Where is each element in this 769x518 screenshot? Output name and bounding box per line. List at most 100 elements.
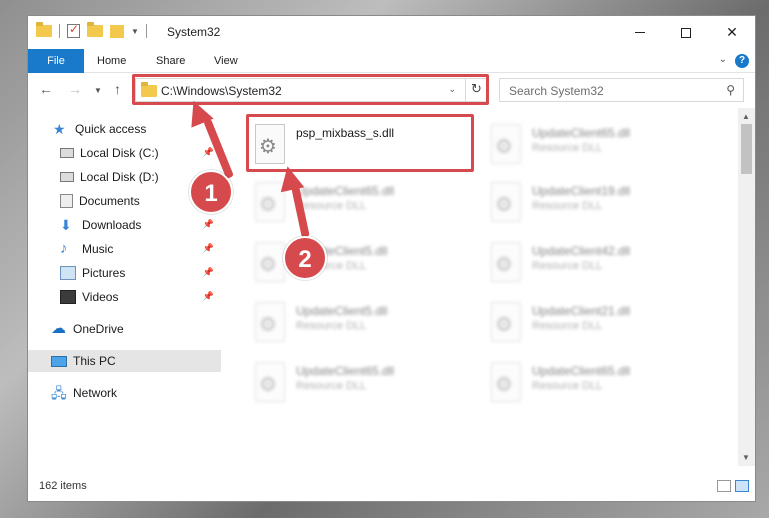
sidebar-item-label: Music <box>82 242 114 256</box>
dll-file-icon <box>255 242 285 282</box>
new-folder-icon[interactable] <box>87 22 103 37</box>
sidebar-item-onedrive[interactable]: ☁ OneDrive <box>28 318 221 340</box>
maximize-button[interactable] <box>663 16 709 49</box>
explorer-window: ▼ System32 ✕ File Home Share View ⌄ ? ← … <box>27 15 756 502</box>
file-item[interactable]: UpdateClient65.dll Resource DLL <box>247 354 477 412</box>
navigation-row: ← → ▼ ↑ C:\Windows\System32 ⌄ ↻ Search S… <box>28 73 755 108</box>
file-item[interactable]: UpdateClient65.dll Resource DLL <box>483 354 713 412</box>
dll-file-icon <box>255 302 285 342</box>
sidebar-item-pictures[interactable]: Pictures 📌 <box>28 262 221 284</box>
disk-icon <box>60 148 74 158</box>
sidebar-item-label: Local Disk (D:) <box>80 170 159 184</box>
properties-icon[interactable] <box>67 22 80 38</box>
file-type: Resource DLL <box>296 200 367 212</box>
search-placeholder[interactable]: Search System32 <box>509 84 604 98</box>
address-highlight-box <box>132 74 489 105</box>
recent-locations-chevron-icon[interactable]: ▼ <box>94 86 102 95</box>
sidebar-item-label: OneDrive <box>73 322 124 336</box>
star-icon: ★ <box>53 121 66 137</box>
close-icon: ✕ <box>726 24 738 40</box>
up-arrow-icon[interactable]: ↑ <box>114 81 121 97</box>
file-item[interactable]: UpdateClient19.dll Resource DLL <box>483 174 713 232</box>
file-name: UpdateClient65.dll <box>296 364 395 378</box>
pin-icon: 📌 <box>202 267 214 277</box>
tab-share[interactable]: Share <box>156 49 185 73</box>
tab-view[interactable]: View <box>214 49 238 73</box>
documents-icon <box>60 194 73 208</box>
file-name: UpdateClient21.dll <box>532 304 631 318</box>
minimize-icon <box>635 32 645 33</box>
window-controls: ✕ <box>617 16 755 49</box>
view-options-icon[interactable] <box>110 24 124 38</box>
file-item[interactable]: UpdateClient65.dll Resource DLL <box>483 116 713 174</box>
file-type: Resource DLL <box>532 260 603 272</box>
window-title: System32 <box>167 25 221 39</box>
sidebar-item-videos[interactable]: Videos 📌 <box>28 286 221 308</box>
scroll-up-icon[interactable]: ▲ <box>742 112 750 121</box>
file-type: Resource DLL <box>296 320 367 332</box>
step-2-arrow-head <box>275 163 305 193</box>
file-name: UpdateClient42.dll <box>532 244 631 258</box>
toolbar-separator <box>145 24 147 38</box>
back-arrow-icon[interactable]: ← <box>39 81 53 97</box>
cloud-icon: ☁ <box>51 320 66 337</box>
sidebar-item-label: This PC <box>73 354 116 368</box>
quick-access-toolbar: ▼ <box>36 22 147 38</box>
file-item[interactable]: UpdateClient5.dll Resource DLL <box>247 294 477 352</box>
ribbon-tabs: File Home Share View ⌄ ? <box>28 49 755 73</box>
file-name: UpdateClient65.dll <box>532 126 631 140</box>
search-icon[interactable]: ⚲ <box>726 83 735 97</box>
file-type: Resource DLL <box>532 142 603 154</box>
folder-icon <box>36 22 52 37</box>
expand-ribbon-chevron-icon[interactable]: ⌄ <box>719 54 727 65</box>
minimize-button[interactable] <box>617 16 663 49</box>
download-icon: ⬇ <box>60 217 72 233</box>
tab-home[interactable]: Home <box>97 49 126 73</box>
details-view-icon[interactable] <box>717 480 731 492</box>
vertical-scrollbar[interactable]: ▲ ▼ <box>738 108 755 466</box>
disk-icon <box>60 172 74 182</box>
file-item[interactable]: UpdateClient42.dll Resource DLL <box>483 234 713 292</box>
sidebar-item-label: Pictures <box>82 266 126 280</box>
file-name: UpdateClient5.dll <box>296 304 388 318</box>
file-item[interactable]: UpdateClient5.dll Resource DLL <box>247 234 477 292</box>
sidebar-item-network[interactable]: 🖧 Network <box>28 382 221 404</box>
close-button[interactable]: ✕ <box>709 16 755 49</box>
scroll-thumb[interactable] <box>741 124 752 174</box>
dll-file-icon <box>491 302 521 342</box>
search-box[interactable]: Search System32 ⚲ <box>499 78 744 102</box>
step-1-marker: 1 <box>189 170 233 214</box>
pin-icon: 📌 <box>202 243 214 253</box>
dll-file-icon <box>491 124 521 164</box>
dll-file-icon <box>491 362 521 402</box>
file-name: UpdateClient19.dll <box>532 184 631 198</box>
network-icon: 🖧 <box>51 385 67 401</box>
navigation-pane: ★ Quick access Local Disk (C:) 📌 Local D… <box>28 108 221 466</box>
sidebar-item-label: Local Disk (C:) <box>80 146 159 160</box>
sidebar-item-label: Network <box>73 386 118 400</box>
file-name: UpdateClient65.dll <box>296 184 395 198</box>
scroll-down-icon[interactable]: ▼ <box>742 453 750 462</box>
pictures-icon <box>60 266 76 280</box>
file-type: Resource DLL <box>296 380 367 392</box>
sidebar-item-label: Videos <box>82 290 119 304</box>
maximize-icon <box>681 27 691 38</box>
step-2-marker: 2 <box>283 236 327 280</box>
customize-toolbar-chevron-icon[interactable]: ▼ <box>131 27 139 36</box>
file-name: UpdateClient65.dll <box>532 364 631 378</box>
sidebar-item-this-pc[interactable]: This PC <box>28 350 221 372</box>
view-switcher <box>717 480 749 492</box>
large-icons-view-icon[interactable] <box>735 480 749 492</box>
dll-file-icon <box>491 242 521 282</box>
sidebar-item-local-disk-c[interactable]: Local Disk (C:) 📌 <box>28 142 221 164</box>
file-item[interactable]: UpdateClient21.dll Resource DLL <box>483 294 713 352</box>
sidebar-item-label: Documents <box>79 194 140 208</box>
status-bar: 162 items <box>28 471 755 501</box>
forward-arrow-icon[interactable]: → <box>68 81 82 97</box>
tab-file[interactable]: File <box>28 49 84 73</box>
help-icon[interactable]: ? <box>735 54 749 68</box>
item-count: 162 items <box>39 480 87 492</box>
sidebar-item-music[interactable]: ♪ Music 📌 <box>28 238 221 260</box>
title-bar: ▼ System32 ✕ <box>28 16 755 49</box>
sidebar-item-downloads[interactable]: ⬇ Downloads 📌 <box>28 214 221 236</box>
